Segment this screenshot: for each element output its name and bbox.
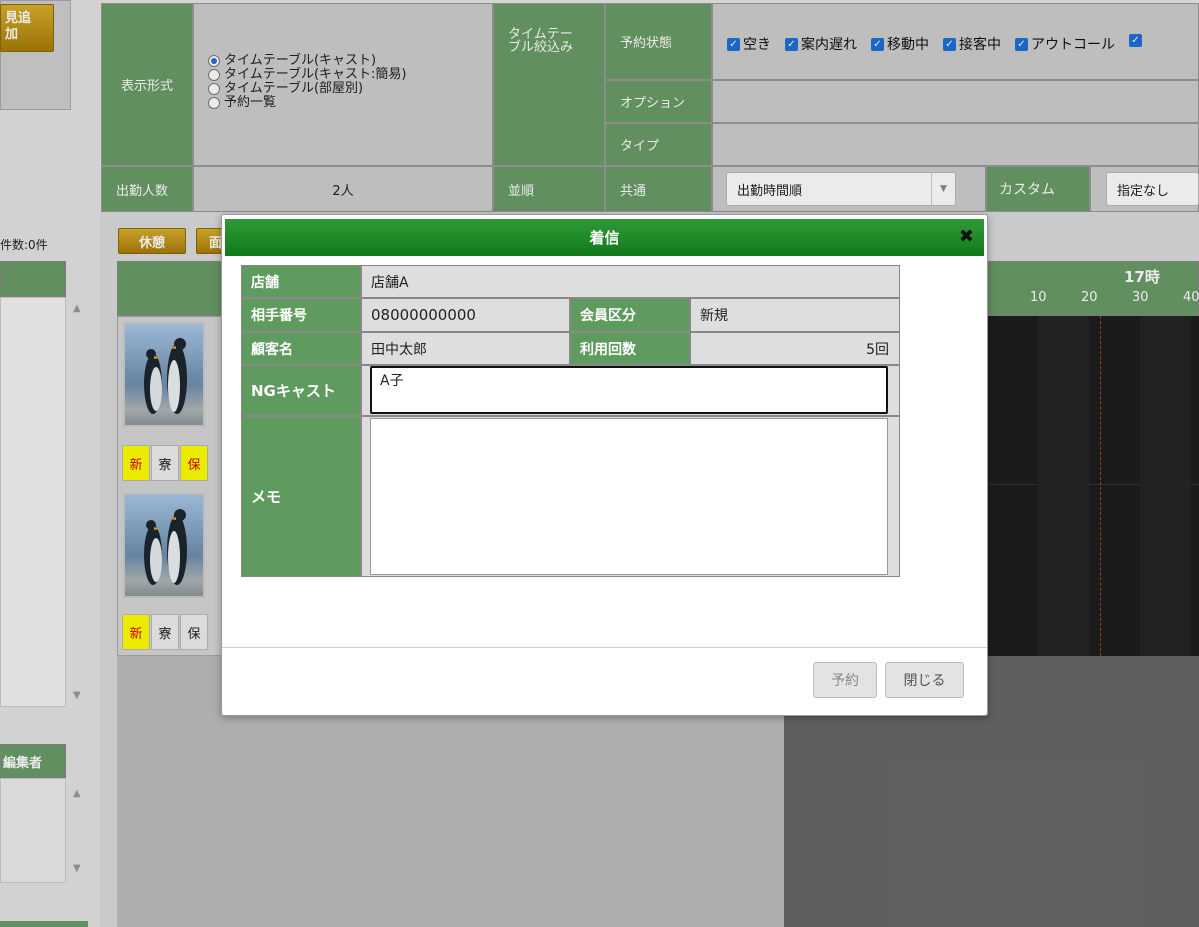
reserve-button[interactable]: 予約	[813, 662, 877, 698]
ng-cast-label: NGキャスト	[241, 365, 361, 416]
modal-title: 着信	[589, 229, 620, 247]
modal-title-bar: 着信 ✖	[225, 219, 984, 256]
memo-textarea[interactable]	[370, 418, 888, 575]
member-type-value: 新規	[690, 298, 900, 332]
incoming-call-modal: 着信 ✖ 店舗 店舗A 相手番号 08000000000 会員区分 新規 顧客名…	[221, 214, 988, 716]
store-value: 店舗A	[361, 265, 900, 298]
customer-name-label: 顧客名	[241, 332, 361, 365]
modal-footer-divider	[222, 647, 987, 648]
phone-label: 相手番号	[241, 298, 361, 332]
usage-count-label: 利用回数	[570, 332, 690, 365]
ng-cast-input[interactable]: A子	[370, 366, 888, 414]
store-label: 店舗	[241, 265, 361, 298]
usage-count-value: 5回	[690, 332, 900, 365]
close-icon[interactable]: ✖	[959, 226, 974, 247]
phone-value: 08000000000	[361, 298, 570, 332]
customer-name-value: 田中太郎	[361, 332, 570, 365]
member-type-label: 会員区分	[570, 298, 690, 332]
memo-label: メモ	[241, 416, 361, 577]
close-button[interactable]: 閉じる	[885, 662, 964, 698]
